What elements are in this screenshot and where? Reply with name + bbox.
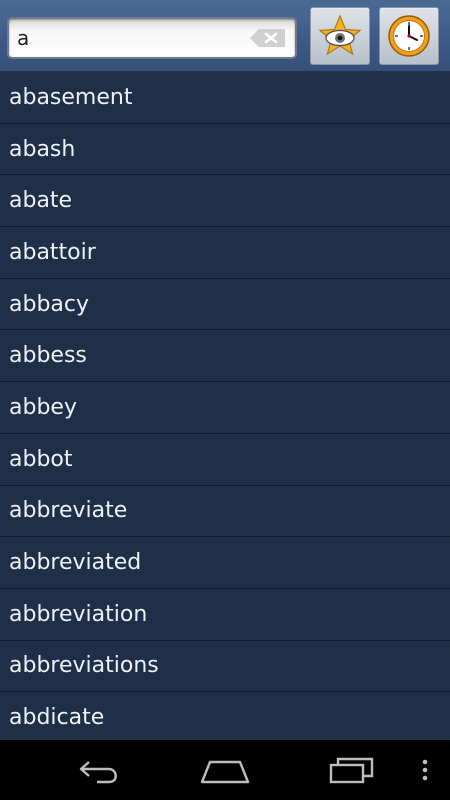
list-item[interactable]: abbreviations [0, 640, 450, 693]
list-item[interactable]: abbey [0, 382, 450, 434]
home-icon [200, 760, 250, 784]
favorites-button[interactable] [310, 7, 370, 65]
list-item[interactable]: abbreviated [0, 537, 450, 589]
list-item[interactable]: abbreviate [0, 485, 450, 538]
star-eye-icon [318, 14, 362, 56]
search-box[interactable] [7, 17, 297, 59]
list-item[interactable]: abbot [0, 433, 450, 486]
clear-text-icon [250, 29, 285, 47]
list-item[interactable]: abbreviation [0, 588, 450, 641]
list-item[interactable]: abasement [0, 72, 450, 124]
top-toolbar [0, 0, 450, 72]
list-item[interactable]: abash [0, 123, 450, 176]
list-item[interactable]: abdicate [0, 692, 450, 740]
overflow-menu-button[interactable] [418, 754, 432, 790]
list-item[interactable]: abattoir [0, 227, 450, 279]
home-button[interactable] [200, 754, 250, 790]
back-button[interactable] [75, 754, 125, 790]
list-item[interactable]: abbacy [0, 278, 450, 331]
list-item[interactable]: abate [0, 175, 450, 228]
recent-apps-icon [329, 757, 374, 784]
history-button[interactable] [379, 7, 439, 65]
clear-search-button[interactable] [249, 28, 287, 48]
recent-apps-button[interactable] [328, 754, 376, 790]
back-icon [79, 761, 117, 784]
system-nav-bar [0, 740, 450, 800]
overflow-menu-icon [422, 759, 428, 781]
list-item[interactable]: abbess [0, 330, 450, 383]
word-list: abasement abash abate abattoir abbacy ab… [0, 72, 450, 740]
search-input[interactable] [17, 21, 247, 55]
clock-icon [388, 15, 430, 57]
